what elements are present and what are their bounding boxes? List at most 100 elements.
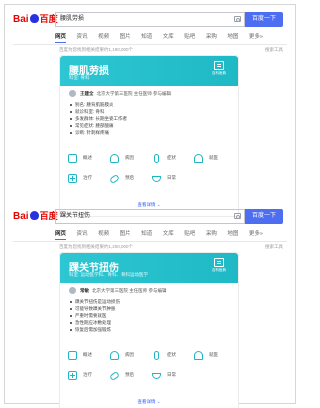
- paw-icon: [29, 211, 39, 220]
- card-header[interactable]: 踝关节扭伤 科室: 运动医学科、骨科、骨科运动医学 百科医典: [60, 253, 238, 283]
- badge-label: 百科医典: [212, 268, 226, 272]
- view-details-link[interactable]: 查看详情 ⌄: [60, 399, 238, 405]
- grid-label: 病因: [125, 352, 134, 357]
- tab-images[interactable]: 图片: [120, 32, 131, 43]
- list-item: 多发群体: 长期坐姿工作者: [70, 115, 238, 122]
- page-frame: Bai 百度 腰肌劳损 百度一下 网页 资讯 视频 图片 知道 文库 贴吧 采购 …: [4, 4, 296, 408]
- search-query: 踝关节扭伤: [60, 213, 91, 219]
- list-item: 常见症状: 腰部酸痛: [70, 122, 238, 129]
- tab-zhidao[interactable]: 知道: [141, 229, 152, 240]
- grid-item-visit[interactable]: 就医: [192, 349, 234, 371]
- tab-more[interactable]: 更多»: [249, 229, 263, 240]
- tab-images[interactable]: 图片: [120, 229, 131, 240]
- tab-video[interactable]: 视频: [98, 229, 109, 240]
- search-button[interactable]: 百度一下: [245, 12, 283, 27]
- doctor-icon: [194, 351, 203, 360]
- baidu-logo[interactable]: Bai 百度: [13, 12, 58, 27]
- camera-icon[interactable]: [234, 213, 241, 219]
- doctor-info[interactable]: 常敏 北京大学第三医院 主任医师 参与编辑: [60, 283, 238, 298]
- grid-label: 就医: [209, 352, 218, 357]
- tab-tieba[interactable]: 贴吧: [184, 229, 195, 240]
- result-count-text: 百度为您找到相关结果约1,200,000个: [59, 244, 134, 249]
- thermometer-icon: [154, 154, 159, 163]
- grid-label: 概述: [83, 155, 92, 160]
- book-icon: [214, 61, 224, 70]
- grid-item-visit[interactable]: 就医: [192, 152, 234, 174]
- result-count-text: 百度为您找到相关结果约1,190,000个: [59, 47, 134, 52]
- search-tabs: 网页 资讯 视频 图片 知道 文库 贴吧 采购 地图 更多»: [5, 32, 295, 44]
- doctor-name: 常敏: [80, 288, 89, 293]
- tab-web[interactable]: 网页: [55, 229, 67, 240]
- tab-map[interactable]: 地图: [227, 229, 238, 240]
- doctor-affiliation: 北京大学第三医院 主任医师 参与编辑: [96, 91, 172, 96]
- medical-card: 踝关节扭伤 科室: 运动医学科、骨科、骨科运动医学 百科医典 常敏 北京大学第三医…: [59, 252, 239, 408]
- grid-item-treatment[interactable]: 治疗: [66, 172, 108, 194]
- list-item: 别名: 腰背肌筋膜炎: [70, 101, 238, 108]
- tab-wenku[interactable]: 文库: [163, 229, 174, 240]
- grid-item-prognosis[interactable]: 预后: [108, 369, 150, 391]
- tab-news[interactable]: 资讯: [77, 32, 88, 43]
- doctor-info[interactable]: 王建全 北京大学第三医院 主任医师 参与编辑: [60, 86, 238, 101]
- result-count: 百度为您找到相关结果约1,190,000个 搜索工具: [5, 45, 295, 55]
- logo-text-left: Bai: [13, 14, 29, 25]
- grid-item-treatment[interactable]: 治疗: [66, 369, 108, 391]
- tab-caigou[interactable]: 采购: [206, 229, 217, 240]
- grid-item-prognosis[interactable]: 预后: [108, 172, 150, 194]
- grid-label: 病因: [125, 155, 134, 160]
- search-result-section-2: Bai 百度 踝关节扭伤 百度一下 网页 资讯 视频 图片 知道 文库 贴吧 采购…: [5, 208, 295, 408]
- grid-item-daily[interactable]: 日常: [150, 172, 192, 194]
- grid-item-overview[interactable]: 概述: [66, 349, 108, 371]
- grid-label: 就医: [209, 155, 218, 160]
- list-item: 踝关节扭伤是运动损伤: [70, 298, 238, 305]
- grid-item-overview[interactable]: 概述: [66, 152, 108, 174]
- summary-list: 别名: 腰背肌筋膜炎 就诊科室: 骨科 多发群体: 长期坐姿工作者 常见症状: …: [60, 101, 238, 136]
- medical-card: 腰肌劳损 科室: 骨科 百科医典 王建全 北京大学第三医院 主任医师 参与编辑 别…: [59, 55, 239, 217]
- grid-item-cause[interactable]: 病因: [108, 349, 150, 371]
- grid-label: 日常: [167, 175, 176, 180]
- pill-icon: [109, 173, 120, 185]
- search-bar: Bai 百度 腰肌劳损 百度一下: [5, 11, 295, 29]
- tab-wenku[interactable]: 文库: [163, 32, 174, 43]
- tab-zhidao[interactable]: 知道: [141, 32, 152, 43]
- grid-label: 预后: [125, 372, 134, 377]
- grid-item-daily[interactable]: 日常: [150, 369, 192, 391]
- tab-tieba[interactable]: 贴吧: [184, 32, 195, 43]
- camera-icon[interactable]: [234, 16, 241, 22]
- avatar: [69, 287, 76, 294]
- grid-item-symptoms[interactable]: 症状: [150, 152, 192, 174]
- card-subtitle: 科室: 骨科: [69, 75, 90, 80]
- paw-icon: [29, 14, 39, 23]
- tab-map[interactable]: 地图: [227, 32, 238, 43]
- bowl-icon: [152, 176, 161, 182]
- search-tabs: 网页 资讯 视频 图片 知道 文库 贴吧 采购 地图 更多»: [5, 229, 295, 241]
- search-query: 腰肌劳损: [60, 16, 85, 22]
- search-input[interactable]: 踝关节扭伤: [55, 209, 245, 224]
- bowl-icon: [152, 373, 161, 379]
- grid-label: 预后: [125, 175, 134, 180]
- doctor-name: 王建全: [80, 91, 94, 96]
- book-icon: [214, 258, 224, 267]
- grid-label: 治疗: [83, 372, 92, 377]
- baidu-logo[interactable]: Bai 百度: [13, 209, 58, 224]
- list-item: 就诊科室: 骨科: [70, 108, 238, 115]
- tab-web[interactable]: 网页: [55, 32, 67, 43]
- list-item: 诊断: 针刺样疼痛: [70, 129, 238, 136]
- grid-item-cause[interactable]: 病因: [108, 152, 150, 174]
- card-header[interactable]: 腰肌劳损 科室: 骨科 百科医典: [60, 56, 238, 86]
- tab-news[interactable]: 资讯: [77, 229, 88, 240]
- tab-more[interactable]: 更多»: [249, 32, 263, 43]
- tab-caigou[interactable]: 采购: [206, 32, 217, 43]
- grid-label: 概述: [83, 352, 92, 357]
- heart-icon: [110, 154, 119, 163]
- search-button[interactable]: 百度一下: [245, 209, 283, 224]
- encyclopedia-badge[interactable]: 百科医典: [210, 61, 228, 81]
- search-tools-link[interactable]: 搜索工具: [265, 45, 283, 55]
- tab-video[interactable]: 视频: [98, 32, 109, 43]
- encyclopedia-badge[interactable]: 百科医典: [210, 258, 228, 278]
- thermometer-icon: [154, 351, 159, 360]
- document-icon: [68, 351, 77, 360]
- grid-item-symptoms[interactable]: 症状: [150, 349, 192, 371]
- search-bar: Bai 百度 踝关节扭伤 百度一下: [5, 208, 295, 226]
- search-input[interactable]: 腰肌劳损: [55, 12, 245, 27]
- search-tools-link[interactable]: 搜索工具: [265, 242, 283, 252]
